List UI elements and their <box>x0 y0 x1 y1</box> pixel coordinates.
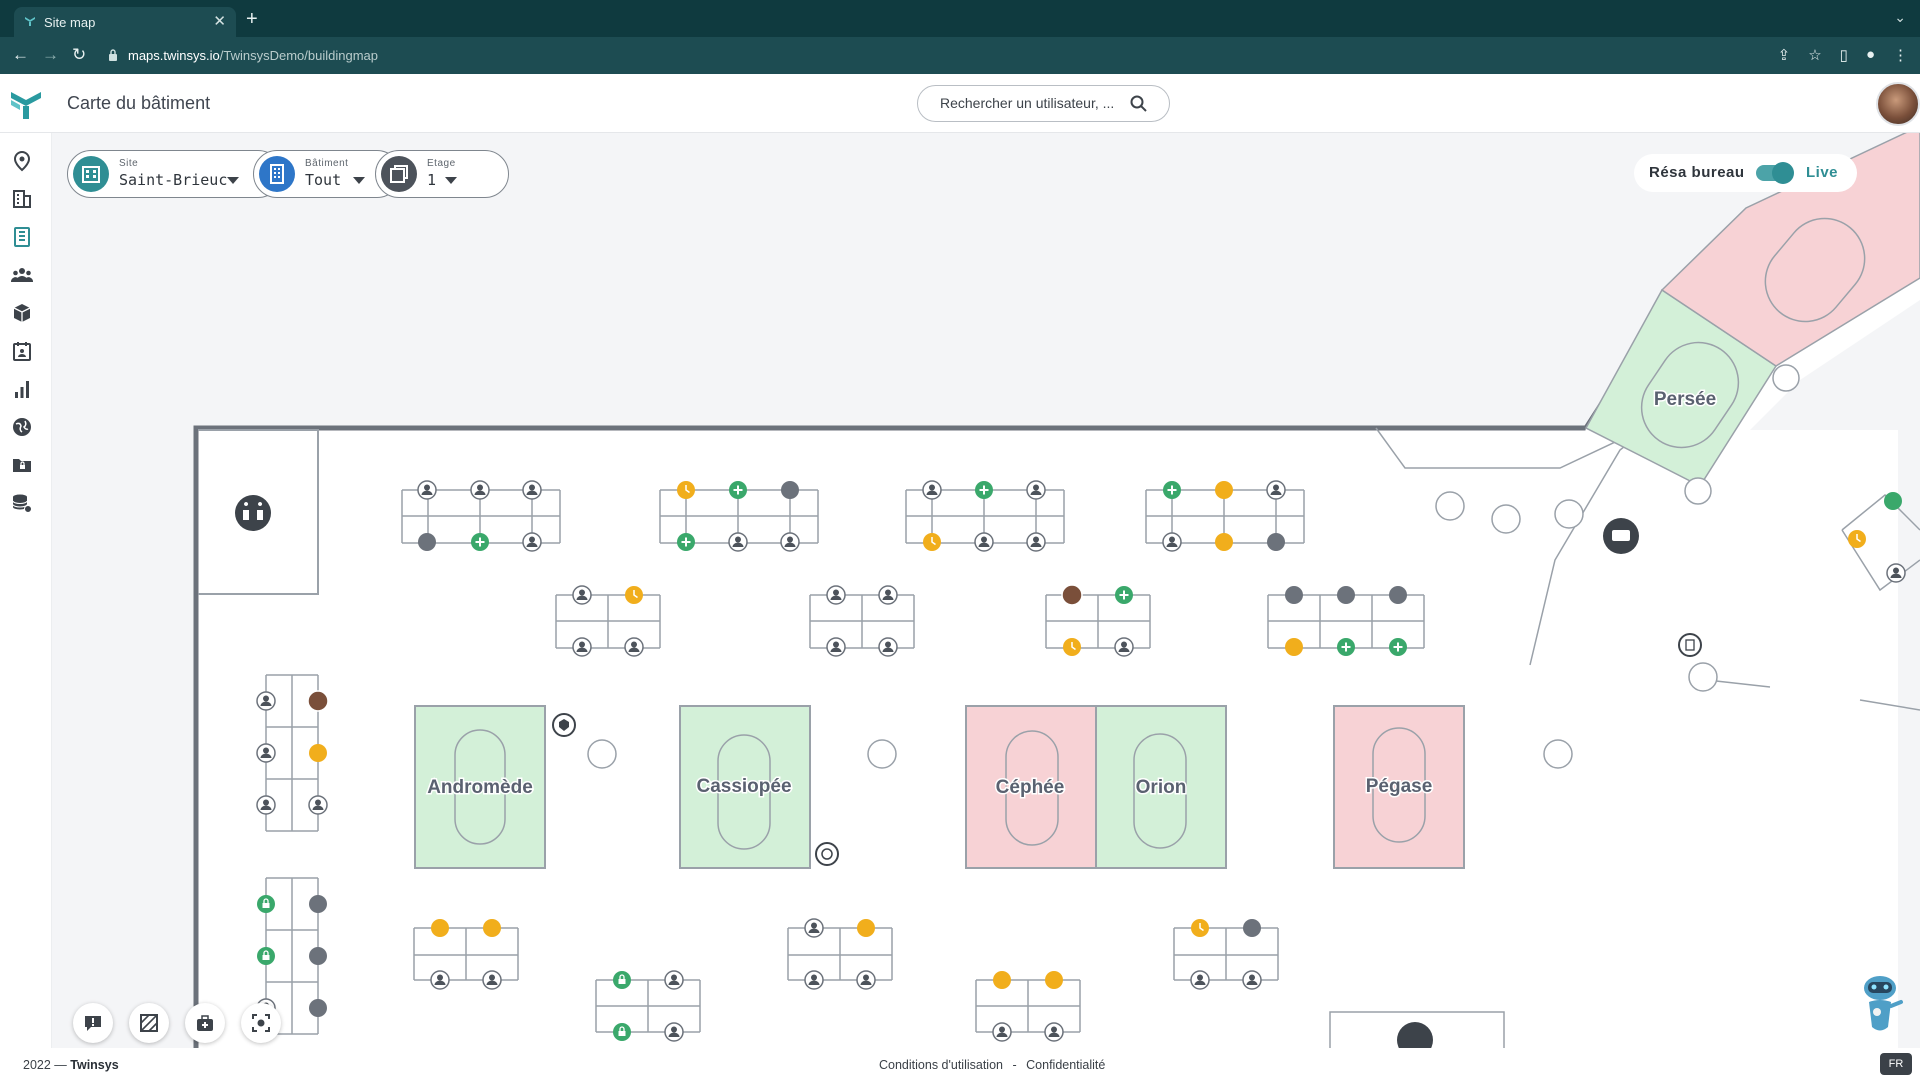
assistant-robot-icon[interactable] <box>1855 972 1905 1040</box>
live-label: Live <box>1806 164 1839 181</box>
site-label: Site <box>119 158 139 169</box>
floor-plan: Andromède Cassiopée Céphée Orion Pégase … <box>193 133 1920 1048</box>
alert-icon <box>85 1016 101 1031</box>
desk-booking-toggle-panel: Résa bureau Live <box>1634 154 1857 192</box>
profile-icon[interactable]: ● <box>1866 46 1875 64</box>
chevron-down-icon <box>445 177 457 184</box>
browser-tab[interactable]: Site map ✕ <box>14 7 236 37</box>
url-host: maps.twinsys.io <box>128 48 220 63</box>
user-photo-pin <box>307 690 329 712</box>
globe-icon[interactable] <box>11 416 33 438</box>
user-photo-pin <box>1061 584 1083 606</box>
room-label-cephee: Céphée <box>996 777 1065 798</box>
medical-kit-icon <box>197 1015 213 1031</box>
live-toggle[interactable] <box>1756 162 1794 184</box>
page-title: Carte du bâtiment <box>67 93 211 113</box>
room-label-persee: Persée <box>1654 389 1716 410</box>
share-icon[interactable]: ⇪ <box>1778 46 1791 64</box>
floor-selector[interactable]: Etage 1 <box>375 150 509 198</box>
page-footer: 2022 — Twinsys Conditions d'utilisation … <box>0 1048 1920 1080</box>
database-icon[interactable] <box>11 492 33 514</box>
terms-link[interactable]: Conditions d'utilisation <box>879 1058 1003 1072</box>
building-icon <box>259 156 295 192</box>
copyright-brand: Twinsys <box>70 1058 119 1072</box>
bin-marker <box>1678 633 1702 657</box>
app-header: Carte du bâtiment Rechercher un utilisat… <box>0 74 1920 133</box>
layers-icon <box>381 156 417 192</box>
chevron-down-icon <box>227 177 239 184</box>
stats-icon[interactable] <box>11 378 33 400</box>
bookmark-star-icon[interactable]: ☆ <box>1808 46 1821 64</box>
equipment-marker <box>815 842 839 866</box>
floor-value: 1 <box>427 171 437 189</box>
focus-icon <box>252 1014 270 1032</box>
more-menu-icon[interactable]: ⋮ <box>1893 46 1908 64</box>
room-label-orion: Orion <box>1136 777 1187 798</box>
user-avatar[interactable] <box>1876 82 1920 126</box>
footer-separator: - <box>1012 1058 1017 1072</box>
privacy-link[interactable]: Confidentialité <box>1026 1058 1105 1072</box>
close-tab-icon[interactable]: ✕ <box>213 12 226 30</box>
building-map[interactable]: Andromède Cassiopée Céphée Orion Pégase … <box>52 133 1920 1048</box>
restroom-marker <box>235 495 271 531</box>
focus-view-button[interactable] <box>241 1003 281 1043</box>
floor-label: Etage <box>427 158 456 169</box>
box-icon[interactable] <box>11 302 33 324</box>
location-icon[interactable] <box>11 150 33 172</box>
url-path: /TwinsysDemo/buildingmap <box>219 48 378 63</box>
hatch-layer-button[interactable] <box>129 1003 169 1043</box>
copyright: 2022 — Twinsys <box>23 1058 119 1072</box>
site-value: Saint-Brieuc <box>119 171 228 189</box>
folder-icon[interactable] <box>11 454 33 476</box>
building-value: Tout <box>305 171 342 189</box>
room-label-cassiopee: Cassiopée <box>696 776 791 797</box>
new-tab-icon[interactable]: + <box>246 9 258 29</box>
language-selector[interactable]: FR <box>1880 1053 1912 1075</box>
hatch-icon <box>140 1014 158 1032</box>
room-label-pegase: Pégase <box>1366 776 1433 797</box>
forward-icon[interactable]: → <box>42 45 59 65</box>
toggle-knob <box>1772 162 1794 184</box>
room-label-andromede: Andromède <box>427 777 533 798</box>
browser-tab-bar: Site map ✕ + ⌄ <box>0 0 1920 37</box>
side-panel-icon[interactable]: ▯ <box>1840 46 1848 64</box>
copyright-year: 2022 — <box>23 1058 67 1072</box>
report-issue-button[interactable] <box>73 1003 113 1043</box>
reload-icon[interactable]: ↻ <box>72 45 86 65</box>
building-label: Bâtiment <box>305 158 349 169</box>
user-search-input[interactable]: Rechercher un utilisateur, ... <box>917 85 1170 122</box>
tab-title: Site map <box>44 15 96 30</box>
search-placeholder: Rechercher un utilisateur, ... <box>940 95 1115 111</box>
footer-links: Conditions d'utilisation - Confidentiali… <box>879 1058 1105 1072</box>
people-icon[interactable] <box>11 264 33 286</box>
chevron-down-icon <box>353 177 365 184</box>
first-aid-button[interactable] <box>185 1003 225 1043</box>
browser-address-bar: ← → ↻ maps.twinsys.io/TwinsysDemo/buildi… <box>0 37 1920 74</box>
building-icon[interactable] <box>11 188 33 210</box>
site-selector[interactable]: Site Saint-Brieuc <box>67 150 282 198</box>
left-sidebar <box>0 133 52 1048</box>
twinsys-favicon-icon <box>25 17 35 26</box>
twinsys-logo-icon[interactable] <box>8 85 44 121</box>
site-icon <box>73 156 109 192</box>
browser-actions: ⇪ ☆ ▯ ● ⋮ <box>1778 46 1908 64</box>
back-icon[interactable]: ← <box>12 45 29 65</box>
search-icon[interactable] <box>1130 95 1147 112</box>
url-field[interactable]: maps.twinsys.io/TwinsysDemo/buildingmap <box>108 37 378 74</box>
resa-label: Résa bureau <box>1649 164 1745 181</box>
chevron-down-icon[interactable]: ⌄ <box>1894 9 1906 26</box>
floor-plan-icon[interactable] <box>11 226 33 248</box>
lock-icon <box>109 49 117 61</box>
calendar-icon[interactable] <box>11 340 33 362</box>
